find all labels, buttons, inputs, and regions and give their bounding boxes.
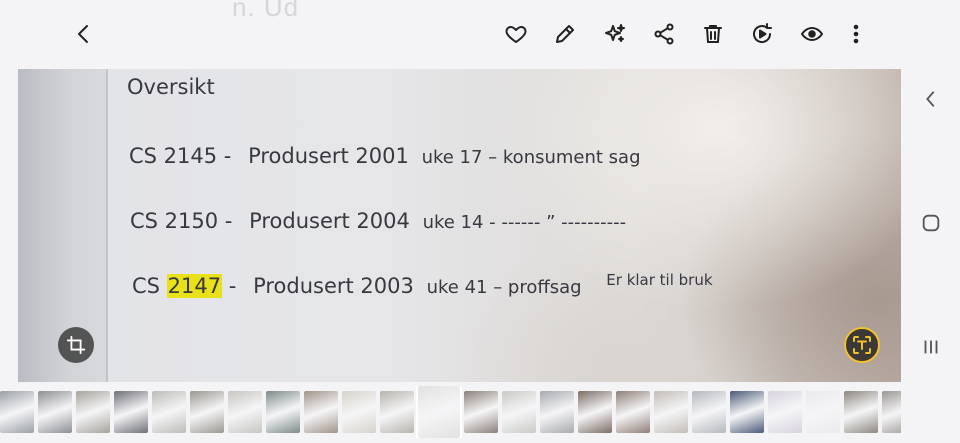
thumbnail[interactable] <box>0 391 34 433</box>
thumbnail[interactable] <box>266 391 300 433</box>
row-1-model: CS 2145 - <box>129 144 232 168</box>
thumbnail[interactable] <box>304 391 338 433</box>
crop-button[interactable] <box>58 327 94 363</box>
thumbnail[interactable] <box>342 391 376 433</box>
thumbnail[interactable] <box>578 391 612 433</box>
thumbnail[interactable] <box>416 386 462 438</box>
photo-row-3: CS 2147 - Produsert 2003 uke 41 – proffs… <box>132 271 713 298</box>
row-3-model-highlight[interactable]: 2147 <box>166 274 223 298</box>
thumbnail[interactable] <box>380 391 414 433</box>
sparkle-icon[interactable] <box>601 20 629 48</box>
row-2-produced: Produsert 2004 <box>249 209 410 233</box>
delete-icon[interactable] <box>699 20 727 48</box>
thumbnail[interactable] <box>38 391 72 433</box>
thumbnail[interactable] <box>768 391 802 433</box>
text-recognition-icon <box>853 336 871 354</box>
nav-back-icon[interactable] <box>919 87 943 111</box>
thumbnail[interactable] <box>882 391 901 433</box>
thumbnail[interactable] <box>190 391 224 433</box>
thumbnail[interactable] <box>76 391 110 433</box>
thumbnail[interactable] <box>844 391 878 433</box>
top-toolbar <box>0 0 900 68</box>
row-1-week: uke 17 – konsument sag <box>421 147 641 168</box>
extract-text-button[interactable] <box>844 327 880 363</box>
row-2-week: uke 14 - ------ ” ---------- <box>422 212 627 233</box>
share-icon[interactable] <box>650 20 678 48</box>
back-icon[interactable] <box>70 20 98 48</box>
thumbnail[interactable] <box>692 391 726 433</box>
more-icon[interactable] <box>842 20 870 48</box>
heart-icon[interactable] <box>502 20 530 48</box>
row-3-note: Er klar til bruk <box>606 271 713 289</box>
thumbnail[interactable] <box>502 391 536 433</box>
crop-icon <box>66 335 86 355</box>
thumbnail[interactable] <box>616 391 650 433</box>
thumbnail[interactable] <box>540 391 574 433</box>
row-3-produced: Produsert 2003 <box>253 274 414 298</box>
thumbnail[interactable] <box>114 391 148 433</box>
thumbnail[interactable] <box>228 391 262 433</box>
system-nav-bar <box>901 0 960 443</box>
row-1-produced: Produsert 2001 <box>248 144 409 168</box>
edit-icon[interactable] <box>551 20 579 48</box>
thumbnail-strip[interactable] <box>0 386 901 438</box>
row-3-model-suffix: - <box>222 274 237 298</box>
nav-recents-icon[interactable] <box>919 335 943 359</box>
remaster-icon[interactable] <box>748 20 776 48</box>
row-2-model: CS 2150 - <box>130 209 233 233</box>
photo-viewer[interactable]: Oversikt CS 2145 - Produsert 2001 uke 17… <box>18 69 901 382</box>
thumbnail[interactable] <box>464 391 498 433</box>
photo-heading: Oversikt <box>127 75 215 99</box>
row-3-week: uke 41 – proffsag <box>426 277 582 298</box>
photo-row-1: CS 2145 - Produsert 2001 uke 17 – konsum… <box>129 144 641 168</box>
thumbnail[interactable] <box>806 391 840 433</box>
nav-home-icon[interactable] <box>919 211 943 235</box>
photo-row-2: CS 2150 - Produsert 2004 uke 14 - ------… <box>130 209 626 233</box>
thumbnail[interactable] <box>152 391 186 433</box>
thumbnail[interactable] <box>730 391 764 433</box>
view-icon[interactable] <box>798 20 826 48</box>
row-3-model-prefix: CS <box>132 274 167 298</box>
thumbnail[interactable] <box>654 391 688 433</box>
